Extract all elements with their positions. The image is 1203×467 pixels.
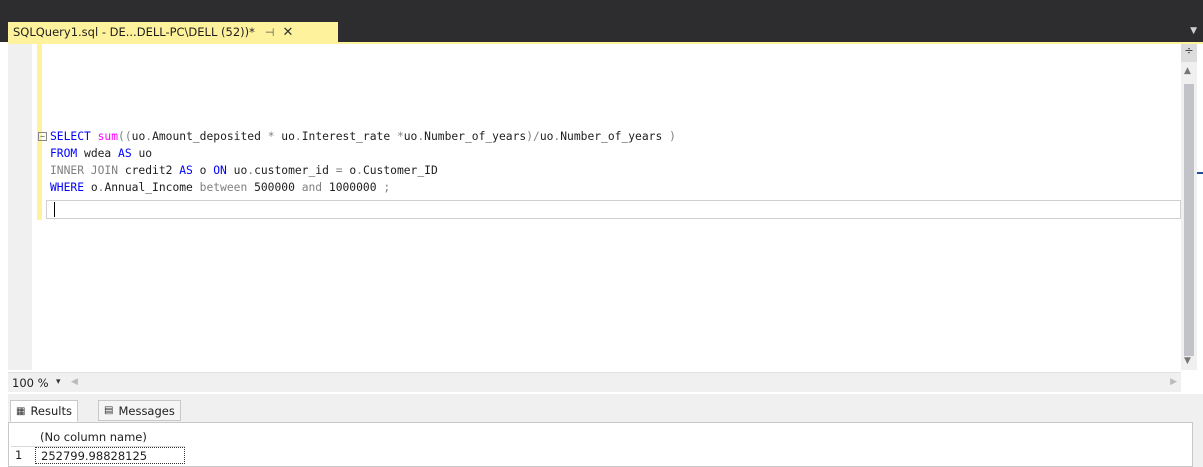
code-token: AS [118,147,132,160]
code-token: and [301,181,323,194]
code-token: wdea [77,147,119,160]
splitter-icon[interactable]: ÷ [1181,44,1197,62]
code-token: 500000 [247,181,302,194]
editor-gutter [8,44,32,370]
vertical-scrollbar[interactable]: ÷ ▲ ▼ [1181,44,1197,370]
code-token: = [335,164,343,177]
query-editor[interactable]: − SELECT sum((uo.Amount_deposited * uo.In… [8,44,1181,370]
zoom-level[interactable]: 100 % [12,376,49,390]
messages-icon: ▤ [104,405,114,416]
code-token: Customer_ID [362,164,438,177]
code-token: Number_of_years [560,130,670,143]
code-token: uo [403,130,418,143]
code-token: WHERE [50,181,85,194]
title-bar-background [0,0,1203,22]
code-line[interactable]: WHERE o.Annual_Income between 500000 and… [50,179,676,196]
code-token: uo [226,164,248,177]
code-token: sum [97,130,119,143]
code-token: Number_of_years [424,130,527,143]
code-token: * [396,130,404,143]
text-caret [54,202,55,217]
results-grid[interactable]: (No column name) 1 252799.98828125 [8,422,1193,467]
code-token: ) [669,130,676,143]
zoom-dropdown-icon[interactable]: ▾ [56,377,61,387]
scroll-left-icon[interactable]: ◀ [71,377,78,387]
code-token: between [199,181,248,194]
tab-messages[interactable]: ▤ Messages [98,400,181,421]
document-tab-title: SQLQuery1.sql - DE...DELL-PC\DELL (52))* [13,25,255,39]
code-token: INNER JOIN [50,164,119,177]
tab-results[interactable]: ▦ Results [10,400,78,422]
code-token: uo [131,130,146,143]
code-line[interactable]: FROM wdea AS uo [50,145,676,162]
current-line-highlight [46,200,1181,219]
pin-icon[interactable]: ⊣ [265,26,275,39]
code-token: uo [274,130,295,143]
code-token: Annual_Income [104,181,200,194]
collapse-icon[interactable]: − [38,132,47,141]
tab-messages-label: Messages [118,403,175,418]
code-token: . [356,164,363,177]
code-token: )/ [526,130,540,143]
tab-dropdown-icon[interactable]: ▼ [1190,26,1197,36]
document-tab-strip: SQLQuery1.sql - DE...DELL-PC\DELL (52))*… [0,22,1203,42]
code-token: SELECT [50,130,91,143]
document-tab[interactable]: SQLQuery1.sql - DE...DELL-PC\DELL (52))*… [8,22,338,42]
code-token: o [342,164,357,177]
row-number[interactable]: 1 [11,447,35,464]
scroll-right-icon[interactable]: ▶ [1170,377,1177,387]
code-token: Amount_deposited [152,130,268,143]
sql-code[interactable]: − SELECT sum((uo.Amount_deposited * uo.In… [38,128,676,196]
code-token: customer_id [254,164,336,177]
code-token: Interest_rate [301,130,397,143]
scroll-down-icon[interactable]: ▼ [1184,356,1191,366]
tab-results-label: Results [30,404,72,418]
code-line[interactable]: − SELECT sum((uo.Amount_deposited * uo.In… [38,128,676,145]
code-token: FROM [50,147,78,160]
code-token: AS [179,164,193,177]
code-token: (( [118,130,132,143]
code-token: * [267,130,275,143]
code-token: uo [539,130,554,143]
code-token: 1000000 [322,181,384,194]
code-line[interactable]: INNER JOIN credit2 AS o ON uo. customer_i… [50,162,676,179]
grid-corner[interactable] [11,429,35,446]
scroll-thumb[interactable] [1184,84,1194,356]
code-token: credit2 [118,164,180,177]
grid-icon: ▦ [16,405,26,417]
close-icon[interactable]: ✕ [282,25,293,40]
scroll-marker [1197,172,1203,174]
code-token: o [84,181,98,194]
results-pane: ▦ Results ▤ Messages (No column name) 1 … [8,394,1203,467]
scroll-up-icon[interactable]: ▲ [1184,66,1191,76]
zoom-bar: 100 % ▾ ◀ ▶ [8,372,1181,392]
code-token: uo [131,147,153,160]
code-token: o [192,164,214,177]
code-token: . [294,130,302,143]
code-token: ON [213,164,227,177]
column-header[interactable]: (No column name) [35,429,185,446]
code-token: ; [383,181,391,194]
result-cell[interactable]: 252799.98828125 [35,447,185,464]
